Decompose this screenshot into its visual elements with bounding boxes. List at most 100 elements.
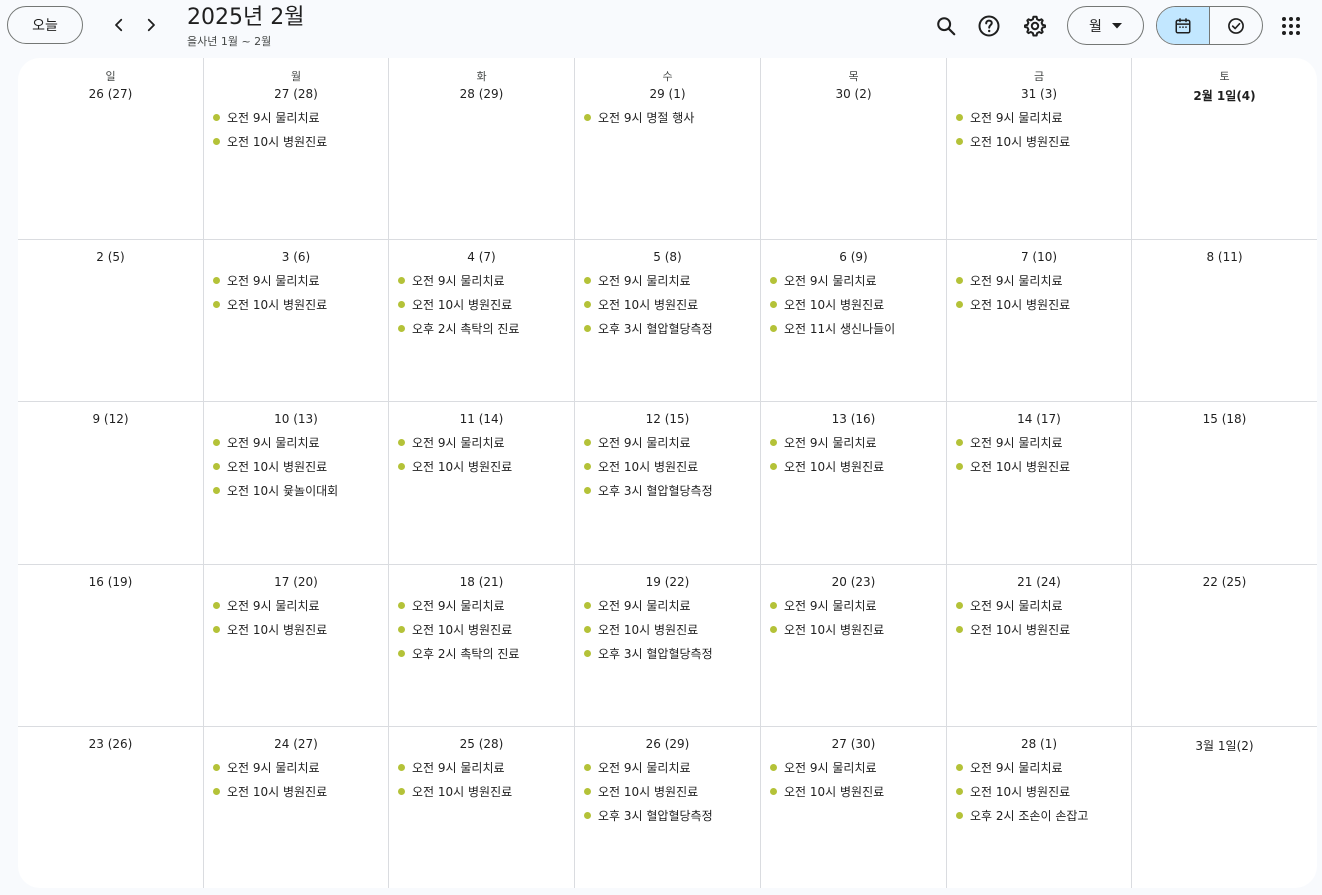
search-button[interactable]	[929, 9, 963, 43]
day-cell[interactable]: 5 (8) 오전 9시 물리치료 오전 10시 병원진료 오후 3시 혈압혈당측정	[575, 240, 761, 402]
event-chip[interactable]: 오전 9시 물리치료	[213, 105, 384, 129]
event-chip[interactable]: 오전 10시 병원진료	[398, 454, 570, 478]
event-chip[interactable]: 오전 9시 물리치료	[584, 430, 756, 454]
calendar-view-toggle[interactable]	[1157, 7, 1209, 44]
day-number[interactable]: 21 (24)	[947, 575, 1131, 589]
event-chip[interactable]: 오전 9시 물리치료	[770, 430, 942, 454]
event-chip[interactable]: 오전 10시 병원진료	[398, 292, 570, 316]
day-cell[interactable]: 7 (10) 오전 9시 물리치료 오전 10시 병원진료	[947, 240, 1132, 402]
day-cell[interactable]: 월 27 (28) 오전 9시 물리치료 오전 10시 병원진료	[204, 58, 389, 240]
today-button[interactable]: 오늘	[7, 6, 83, 44]
day-number[interactable]: 7 (10)	[947, 250, 1131, 264]
day-number[interactable]: 9 (12)	[18, 412, 203, 426]
event-chip[interactable]: 오전 10시 병원진료	[770, 617, 942, 641]
event-chip[interactable]: 오전 10시 병원진료	[956, 617, 1127, 641]
event-chip[interactable]: 오후 2시 촉탁의 진료	[398, 641, 570, 665]
day-cell[interactable]: 17 (20) 오전 9시 물리치료 오전 10시 병원진료	[204, 565, 389, 727]
day-number[interactable]: 26 (27)	[18, 87, 203, 101]
view-selector[interactable]: 월	[1067, 6, 1144, 45]
event-chip[interactable]: 오후 3시 혈압혈당측정	[584, 478, 756, 502]
day-number[interactable]: 27 (28)	[204, 87, 388, 101]
day-number[interactable]: 3 (6)	[204, 250, 388, 264]
event-chip[interactable]: 오전 9시 물리치료	[956, 593, 1127, 617]
event-chip[interactable]: 오전 9시 물리치료	[398, 593, 570, 617]
apps-button[interactable]	[1274, 9, 1308, 43]
day-number[interactable]: 28 (1)	[947, 737, 1131, 751]
event-chip[interactable]: 오전 10시 병원진료	[956, 292, 1127, 316]
settings-button[interactable]	[1018, 9, 1052, 43]
event-chip[interactable]: 오전 10시 병원진료	[398, 617, 570, 641]
day-number[interactable]: 31 (3)	[947, 87, 1131, 101]
day-cell[interactable]: 3월 1일(2)	[1132, 727, 1317, 888]
event-chip[interactable]: 오전 9시 물리치료	[770, 268, 942, 292]
day-number[interactable]: 28 (29)	[389, 87, 574, 101]
day-number[interactable]: 23 (26)	[18, 737, 203, 751]
event-chip[interactable]: 오전 9시 물리치료	[956, 105, 1127, 129]
event-chip[interactable]: 오전 9시 물리치료	[770, 593, 942, 617]
day-cell[interactable]: 일 26 (27)	[18, 58, 204, 240]
day-cell[interactable]: 토 2월 1일(4)	[1132, 58, 1317, 240]
event-chip[interactable]: 오전 10시 병원진료	[213, 129, 384, 153]
day-cell[interactable]: 4 (7) 오전 9시 물리치료 오전 10시 병원진료 오후 2시 촉탁의 진료	[389, 240, 575, 402]
day-cell[interactable]: 27 (30) 오전 9시 물리치료 오전 10시 병원진료	[761, 727, 947, 888]
day-number[interactable]: 13 (16)	[761, 412, 946, 426]
event-chip[interactable]: 오전 10시 병원진료	[213, 617, 384, 641]
help-button[interactable]	[972, 9, 1006, 43]
event-chip[interactable]: 오전 9시 물리치료	[584, 593, 756, 617]
event-chip[interactable]: 오전 10시 병원진료	[213, 292, 384, 316]
event-chip[interactable]: 오전 9시 물리치료	[398, 430, 570, 454]
day-cell[interactable]: 8 (11)	[1132, 240, 1317, 402]
day-cell[interactable]: 24 (27) 오전 9시 물리치료 오전 10시 병원진료	[204, 727, 389, 888]
day-number[interactable]: 12 (15)	[575, 412, 760, 426]
event-chip[interactable]: 오전 10시 병원진료	[398, 779, 570, 803]
day-cell[interactable]: 10 (13) 오전 9시 물리치료 오전 10시 병원진료 오전 10시 윷놀이대회	[204, 402, 389, 565]
day-cell[interactable]: 13 (16) 오전 9시 물리치료 오전 10시 병원진료	[761, 402, 947, 565]
event-chip[interactable]: 오전 10시 병원진료	[770, 779, 942, 803]
day-number[interactable]: 20 (23)	[761, 575, 946, 589]
event-chip[interactable]: 오전 9시 물리치료	[584, 755, 756, 779]
day-cell[interactable]: 목 30 (2)	[761, 58, 947, 240]
day-cell[interactable]: 23 (26)	[18, 727, 204, 888]
day-number[interactable]: 17 (20)	[204, 575, 388, 589]
day-number[interactable]: 27 (30)	[761, 737, 946, 751]
day-cell[interactable]: 화 28 (29)	[389, 58, 575, 240]
day-number[interactable]: 26 (29)	[575, 737, 760, 751]
day-cell[interactable]: 26 (29) 오전 9시 물리치료 오전 10시 병원진료 오후 3시 혈압혈당측정	[575, 727, 761, 888]
day-number[interactable]: 14 (17)	[947, 412, 1131, 426]
event-chip[interactable]: 오전 10시 병원진료	[770, 292, 942, 316]
event-chip[interactable]: 오전 9시 물리치료	[213, 268, 384, 292]
event-chip[interactable]: 오전 9시 물리치료	[398, 755, 570, 779]
day-cell[interactable]: 수 29 (1) 오전 9시 명절 행사	[575, 58, 761, 240]
event-chip[interactable]: 오전 10시 병원진료	[584, 617, 756, 641]
event-chip[interactable]: 오후 3시 혈압혈당측정	[584, 803, 756, 827]
day-cell[interactable]: 22 (25)	[1132, 565, 1317, 727]
event-chip[interactable]: 오후 2시 촉탁의 진료	[398, 316, 570, 340]
event-chip[interactable]: 오전 11시 생신나들이	[770, 316, 942, 340]
event-chip[interactable]: 오전 9시 물리치료	[584, 268, 756, 292]
day-cell[interactable]: 18 (21) 오전 9시 물리치료 오전 10시 병원진료 오후 2시 촉탁의 진료	[389, 565, 575, 727]
day-number[interactable]: 4 (7)	[389, 250, 574, 264]
event-chip[interactable]: 오전 10시 병원진료	[956, 129, 1127, 153]
day-cell[interactable]: 28 (1) 오전 9시 물리치료 오전 10시 병원진료 오후 2시 조손이 손잡고	[947, 727, 1132, 888]
day-number[interactable]: 22 (25)	[1132, 575, 1317, 589]
event-chip[interactable]: 오전 10시 병원진료	[956, 779, 1127, 803]
event-chip[interactable]: 오전 9시 물리치료	[213, 593, 384, 617]
day-number[interactable]: 24 (27)	[204, 737, 388, 751]
day-cell[interactable]: 2 (5)	[18, 240, 204, 402]
event-chip[interactable]: 오전 9시 물리치료	[956, 268, 1127, 292]
event-chip[interactable]: 오전 10시 병원진료	[956, 454, 1127, 478]
day-number[interactable]: 25 (28)	[389, 737, 574, 751]
day-number[interactable]: 19 (22)	[575, 575, 760, 589]
day-number[interactable]: 11 (14)	[389, 412, 574, 426]
day-cell[interactable]: 금 31 (3) 오전 9시 물리치료 오전 10시 병원진료	[947, 58, 1132, 240]
event-chip[interactable]: 오전 10시 병원진료	[584, 292, 756, 316]
event-chip[interactable]: 오전 9시 명절 행사	[584, 105, 756, 129]
previous-month-button[interactable]	[106, 12, 132, 38]
next-month-button[interactable]	[138, 12, 164, 38]
day-number[interactable]: 30 (2)	[761, 87, 946, 101]
event-chip[interactable]: 오전 9시 물리치료	[956, 430, 1127, 454]
event-chip[interactable]: 오전 9시 물리치료	[398, 268, 570, 292]
event-chip[interactable]: 오전 10시 병원진료	[213, 454, 384, 478]
day-number[interactable]: 6 (9)	[761, 250, 946, 264]
day-cell[interactable]: 6 (9) 오전 9시 물리치료 오전 10시 병원진료 오전 11시 생신나들이	[761, 240, 947, 402]
